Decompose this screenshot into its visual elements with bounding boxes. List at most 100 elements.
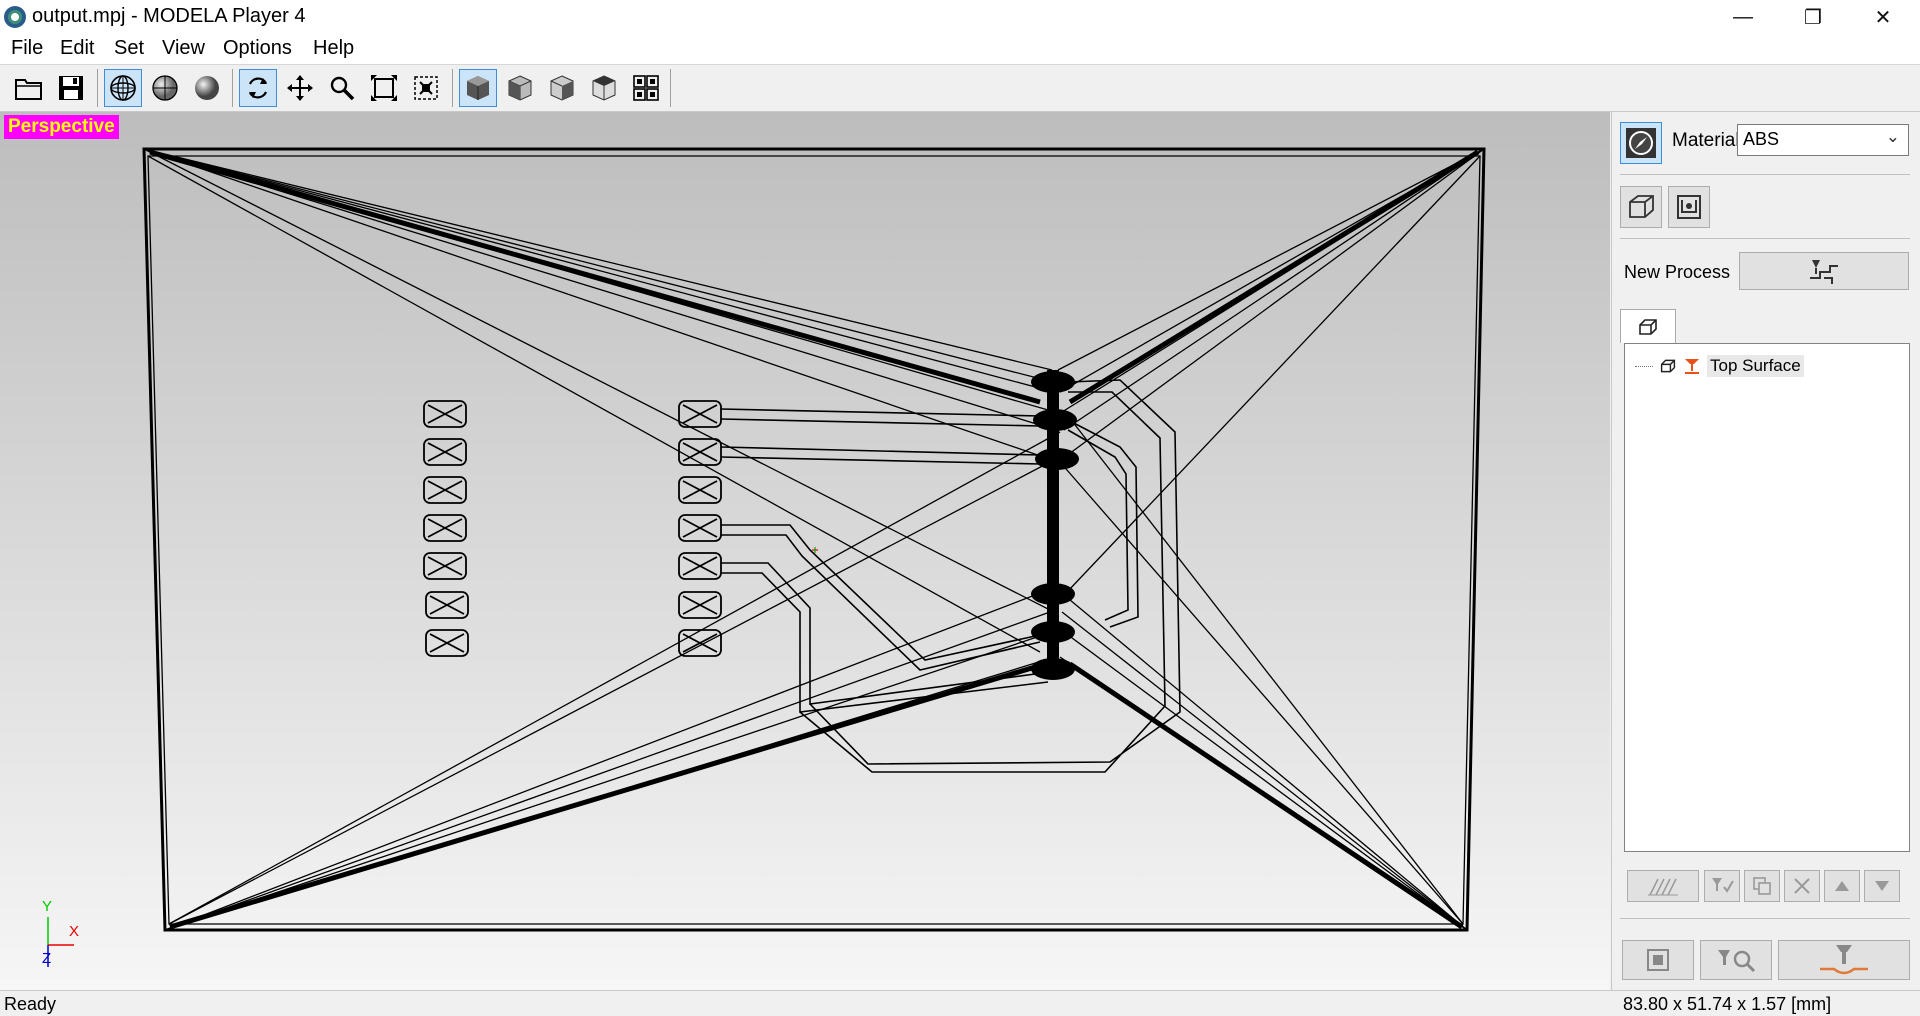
toolbar-separator — [97, 69, 98, 107]
zoom-window-button[interactable] — [407, 69, 445, 107]
axis-y-label: Y — [42, 898, 53, 915]
open-file-button[interactable] — [10, 69, 48, 107]
move-down-button[interactable] — [1864, 870, 1900, 902]
new-process-label: New Process — [1624, 262, 1731, 282]
axis-x-label: X — [69, 923, 80, 940]
fit-all-icon — [371, 75, 397, 101]
material-select[interactable]: ABS ⌄ — [1737, 124, 1909, 156]
copy-icon — [1753, 877, 1771, 895]
model-settings-button[interactable] — [1620, 186, 1662, 228]
material-value: ABS — [1743, 129, 1780, 149]
menu-view[interactable]: View — [162, 37, 205, 60]
chevron-down-icon: ⌄ — [1885, 127, 1900, 146]
material-settings-button[interactable] — [1620, 122, 1662, 164]
menu-help[interactable]: Help — [313, 37, 354, 60]
preview-cutting-button[interactable] — [1622, 940, 1694, 980]
3d-viewport[interactable]: Perspective Y X Z — [0, 112, 1610, 990]
cube-left-icon — [592, 75, 616, 101]
left-view-button[interactable] — [585, 69, 623, 107]
save-file-button[interactable] — [52, 69, 90, 107]
tree-connector — [1635, 365, 1653, 367]
restore-button[interactable]: ❐ — [1778, 0, 1848, 34]
divider — [1620, 174, 1910, 175]
divider — [1620, 238, 1910, 239]
close-button[interactable]: ✕ — [1848, 0, 1918, 34]
wireframe-view-button[interactable] — [104, 69, 142, 107]
tool-check-button[interactable] — [1704, 870, 1740, 902]
menu-options[interactable]: Options — [223, 37, 292, 60]
tool-magnifier-icon — [1718, 950, 1756, 973]
title-bar: output.mpj - MODELA Player 4 — ❐ ✕ — [0, 0, 1920, 34]
half-sphere-icon — [152, 75, 178, 101]
pan-button[interactable] — [281, 69, 319, 107]
surfacing-tool-icon — [1685, 359, 1699, 374]
hatch-area-icon — [1648, 878, 1678, 896]
menu-set[interactable]: Set — [114, 37, 144, 60]
cut-button[interactable] — [1778, 940, 1910, 980]
material-label: Material — [1672, 130, 1740, 151]
window-title: output.mpj - MODELA Player 4 — [32, 5, 306, 27]
cutting-tool-icon — [1820, 945, 1868, 975]
delete-x-icon — [1794, 878, 1810, 894]
model-dimensions: 83.80 x 51.74 x 1.57 [mm] — [1623, 994, 1832, 1014]
wireframe-sphere-icon — [110, 75, 136, 101]
compass-icon — [1626, 128, 1656, 158]
fit-all-button[interactable] — [365, 69, 403, 107]
front-view-button[interactable] — [501, 69, 539, 107]
rotate-button[interactable] — [239, 69, 277, 107]
pan-arrows-icon — [287, 75, 313, 101]
box-icon — [1629, 195, 1654, 218]
cube-right-icon — [550, 75, 574, 101]
preview-window-icon — [1647, 949, 1669, 971]
four-views-icon — [633, 75, 659, 101]
toolbar-separator — [452, 69, 453, 107]
process-panel: Material ABS ⌄ New Process Top Surface — [1611, 112, 1920, 990]
toolbar-separator — [232, 69, 233, 107]
process-wizard-icon — [1810, 260, 1838, 284]
triangle-up-icon — [1835, 881, 1849, 891]
preview-tool-path-button[interactable] — [1700, 940, 1772, 980]
cutting-area-button[interactable] — [1627, 870, 1699, 902]
solid-sphere-icon — [195, 76, 219, 100]
copy-process-button[interactable] — [1744, 870, 1780, 902]
folder-icon — [15, 79, 42, 100]
tree-item-label: Top Surface — [1707, 355, 1804, 377]
workpiece-settings-button[interactable] — [1668, 186, 1710, 228]
menu-file[interactable]: File — [11, 37, 43, 60]
status-text: Ready — [4, 994, 57, 1014]
tool-check-icon — [1712, 878, 1734, 893]
minimize-button[interactable]: — — [1708, 0, 1778, 34]
menu-edit[interactable]: Edit — [60, 37, 94, 60]
status-bar: Ready 83.80 x 51.74 x 1.57 [mm] — [0, 990, 1920, 1016]
workpiece-icon — [1677, 195, 1701, 219]
pad-column-right — [678, 400, 722, 657]
zoom-button[interactable] — [323, 69, 361, 107]
toolbar-separator — [670, 69, 671, 107]
layers-icon — [1639, 318, 1657, 335]
menu-bar: File Edit Set View Options Help — [0, 34, 1920, 65]
axis-z-label: Z — [42, 950, 52, 967]
pad-column-left — [423, 400, 469, 657]
triangle-down-icon — [1875, 881, 1889, 891]
app-icon — [4, 6, 26, 28]
cube-front-icon — [508, 75, 532, 101]
tree-item-top-surface[interactable]: Top Surface — [1635, 355, 1804, 377]
zoom-window-icon — [414, 76, 438, 100]
toolbar — [0, 65, 1920, 112]
perspective-view-button[interactable] — [459, 69, 497, 107]
save-icon — [59, 76, 83, 100]
pcb-wireframe-model — [47, 147, 1486, 967]
new-process-button[interactable] — [1739, 252, 1909, 290]
process-tree: Top Surface — [1624, 343, 1910, 852]
magnifier-icon — [330, 76, 355, 101]
cube-perspective-icon — [467, 76, 489, 100]
move-up-button[interactable] — [1824, 870, 1860, 902]
rotate-icon — [248, 77, 268, 99]
multi-view-button[interactable] — [627, 69, 665, 107]
process-tree-tab[interactable] — [1620, 309, 1676, 343]
half-render-view-button[interactable] — [146, 69, 184, 107]
delete-process-button[interactable] — [1784, 870, 1820, 902]
right-view-button[interactable] — [543, 69, 581, 107]
divider — [1620, 918, 1910, 919]
solid-render-view-button[interactable] — [188, 69, 226, 107]
